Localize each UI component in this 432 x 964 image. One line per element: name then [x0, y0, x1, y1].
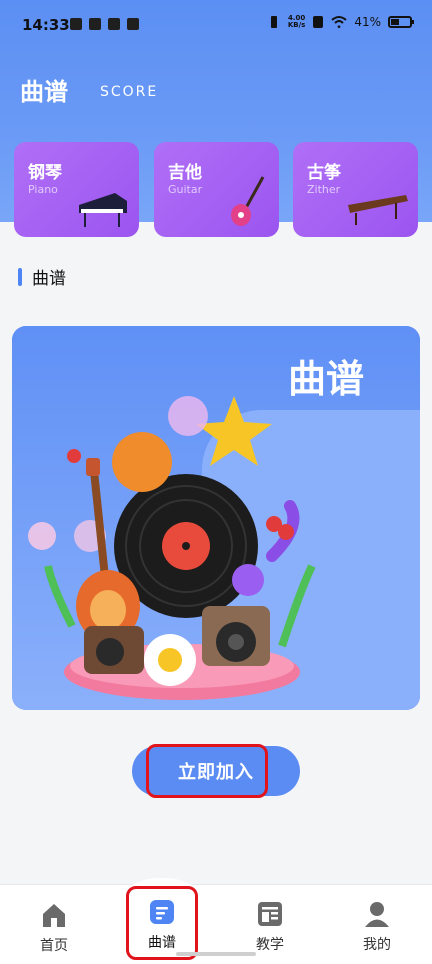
status-right: 4.00 KB/s 41% — [267, 15, 414, 29]
score-tab-highlight — [126, 886, 198, 960]
home-indicator — [176, 952, 256, 956]
tab-teaching[interactable]: 教学 — [235, 900, 305, 954]
instrument-card-guitar[interactable]: 吉他 Guitar — [154, 142, 279, 237]
tab-label: 教学 — [256, 937, 284, 953]
section-heading: 曲谱 — [18, 264, 66, 289]
piano-icon — [79, 193, 127, 227]
battery-icon — [388, 16, 414, 28]
notification-icons — [70, 18, 139, 30]
tab-home[interactable]: 首页 — [19, 901, 89, 955]
instrument-name: 吉他 — [168, 163, 202, 183]
instrument-english: Zither — [307, 183, 341, 196]
page-title: 曲谱 — [20, 78, 68, 106]
tab-label: 我的 — [363, 937, 391, 953]
section-accent-bar — [18, 267, 22, 286]
status-bar: 14:33 4.00 KB/s 41% — [0, 0, 432, 52]
instrument-name: 钢琴 — [28, 163, 62, 183]
notification-icon — [108, 18, 120, 30]
network-speed: 4.00 KB/s — [288, 15, 305, 29]
guitar-icon — [231, 176, 265, 226]
vibrate-icon — [270, 16, 277, 28]
wifi-icon — [331, 16, 347, 29]
home-icon — [43, 904, 65, 927]
tab-mine[interactable]: 我的 — [342, 900, 412, 954]
instrument-english: Piano — [28, 183, 58, 196]
sim-icon — [313, 16, 324, 28]
status-time: 14:33 — [22, 16, 70, 34]
instrument-english: Guitar — [168, 183, 203, 196]
battery-percent: 41% — [354, 15, 381, 29]
hero-banner[interactable]: 曲谱 — [12, 326, 420, 710]
instrument-card-zither[interactable]: 古筝 Zither — [293, 142, 418, 237]
teaching-icon — [258, 902, 282, 926]
notification-icon — [89, 18, 101, 30]
network-speed-unit: KB/s — [287, 21, 306, 29]
section-label: 曲谱 — [32, 269, 66, 289]
notification-icon — [70, 18, 82, 30]
join-button-highlight — [146, 744, 268, 798]
notification-icon — [127, 18, 139, 30]
instrument-card-piano[interactable]: 钢琴 Piano — [14, 142, 139, 237]
zither-icon — [348, 195, 408, 225]
instrument-name: 古筝 — [307, 163, 341, 183]
user-icon — [365, 902, 389, 927]
page-subtitle: SCORE — [100, 84, 159, 100]
tab-label: 首页 — [40, 938, 68, 954]
music-illustration — [28, 396, 316, 700]
